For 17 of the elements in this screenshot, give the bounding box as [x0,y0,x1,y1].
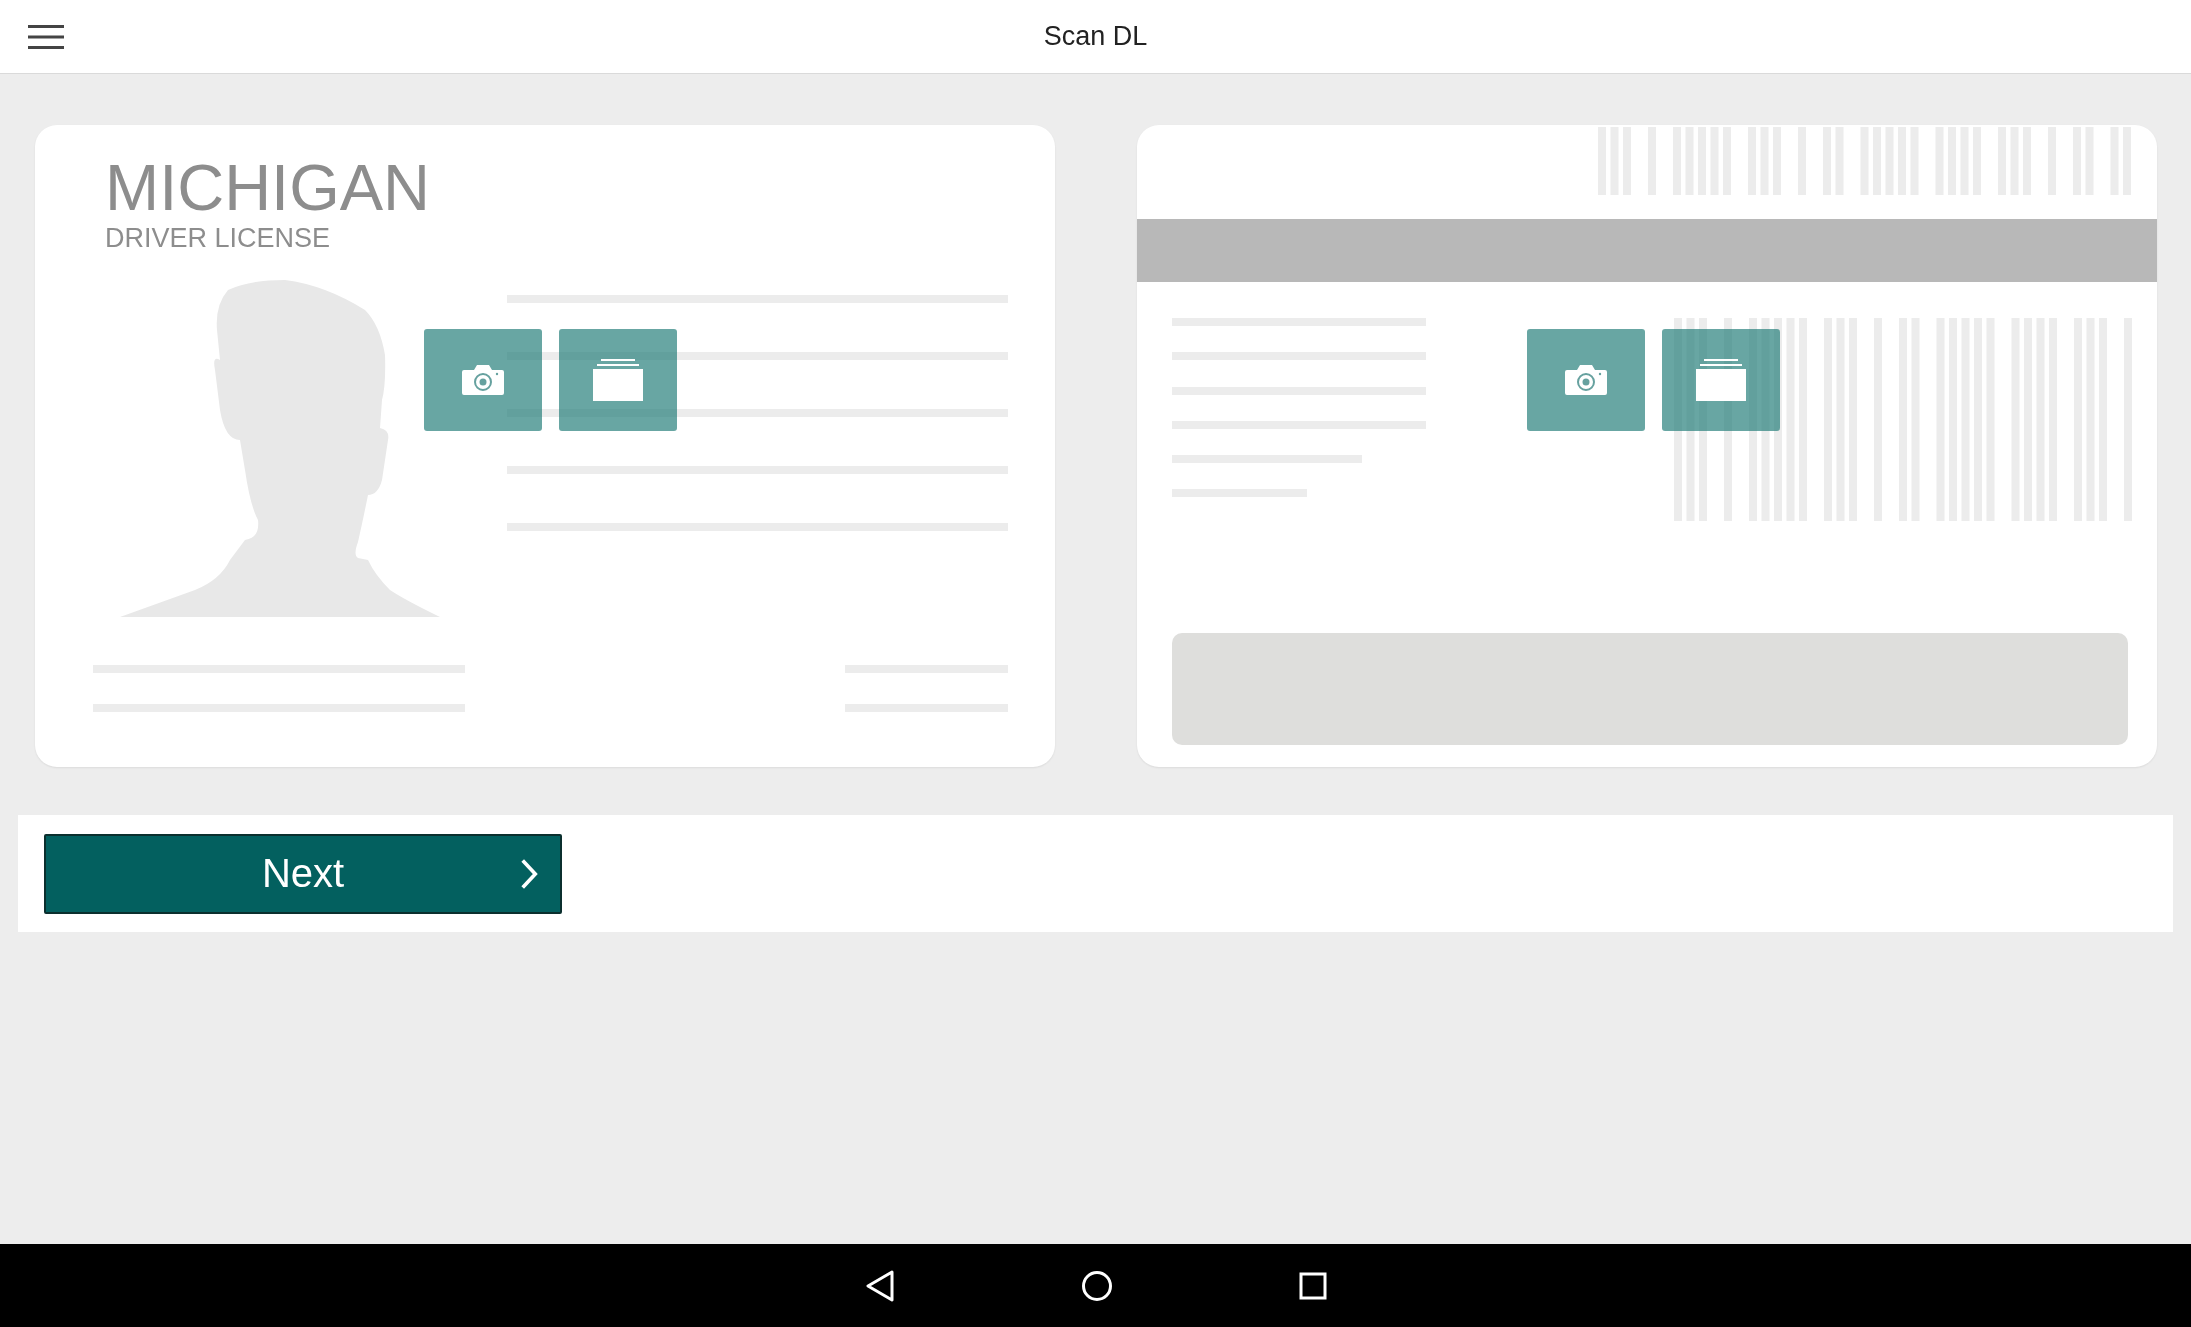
next-button[interactable]: Next [44,833,562,914]
document-type: DRIVER LICENSE [105,225,331,252]
camera-icon [461,364,505,396]
screen-title: Scan DL [1043,21,1148,52]
home-icon[interactable] [1080,1269,1113,1302]
person-silhouette-icon [120,280,440,617]
state-name: MICHIGAN [105,155,430,220]
camera-icon [1564,364,1608,396]
folder-button[interactable] [559,329,677,431]
folder-button[interactable] [1662,329,1780,431]
folder-icon [593,359,643,401]
folder-icon [1696,359,1746,401]
back-icon[interactable] [864,1269,895,1302]
overview-icon[interactable] [1298,1271,1327,1300]
menu-icon[interactable] [28,23,64,50]
camera-button[interactable] [1527,329,1645,431]
camera-button[interactable] [424,329,542,431]
